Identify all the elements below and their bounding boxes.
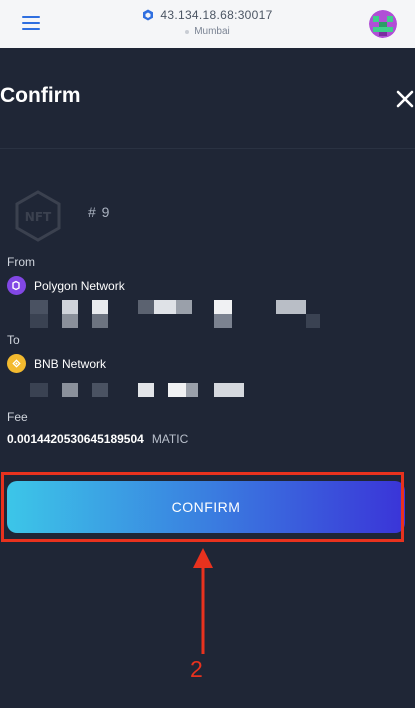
network-status-dot	[185, 29, 190, 34]
top-bar: 43.134.18.68:30017 Mumbai	[0, 0, 415, 48]
to-label: To	[7, 333, 20, 347]
network-address: 43.134.18.68:30017	[160, 8, 273, 22]
network-name: Mumbai	[194, 26, 230, 37]
arrow-up-icon	[193, 548, 213, 654]
fee-unit: MATIC	[151, 432, 189, 446]
bnb-icon	[7, 354, 26, 373]
nft-token-id: # 9	[88, 204, 111, 220]
modal-title: Confirm	[0, 84, 81, 107]
fee-row: 0.0014420530645189504 MATIC	[7, 432, 188, 446]
from-network-row: Polygon Network	[7, 276, 125, 295]
network-address-row: 43.134.18.68:30017	[0, 8, 415, 22]
from-network-name: Polygon Network	[34, 278, 125, 293]
fee-label: Fee	[7, 410, 28, 424]
nft-logo-icon: NFT	[15, 190, 61, 242]
to-network-row: BNB Network	[7, 354, 106, 373]
annotation-step-number: 2	[190, 656, 203, 682]
annotation-highlight-box	[1, 472, 404, 542]
fee-value: 0.0014420530645189504	[7, 432, 144, 446]
avatar-icon[interactable]	[369, 10, 397, 38]
close-icon[interactable]	[394, 88, 415, 110]
svg-text:NFT: NFT	[25, 210, 52, 224]
polygon-icon	[7, 276, 26, 295]
network-name-row: Mumbai	[0, 26, 415, 37]
network-cube-icon	[143, 9, 154, 21]
modal-header: Confirm	[0, 48, 415, 149]
to-network-name: BNB Network	[34, 356, 107, 371]
confirm-panel: Confirm NFT # 9 From Polygon Network To …	[0, 48, 415, 708]
from-label: From	[7, 255, 35, 269]
network-info: 43.134.18.68:30017 Mumbai	[0, 8, 415, 37]
